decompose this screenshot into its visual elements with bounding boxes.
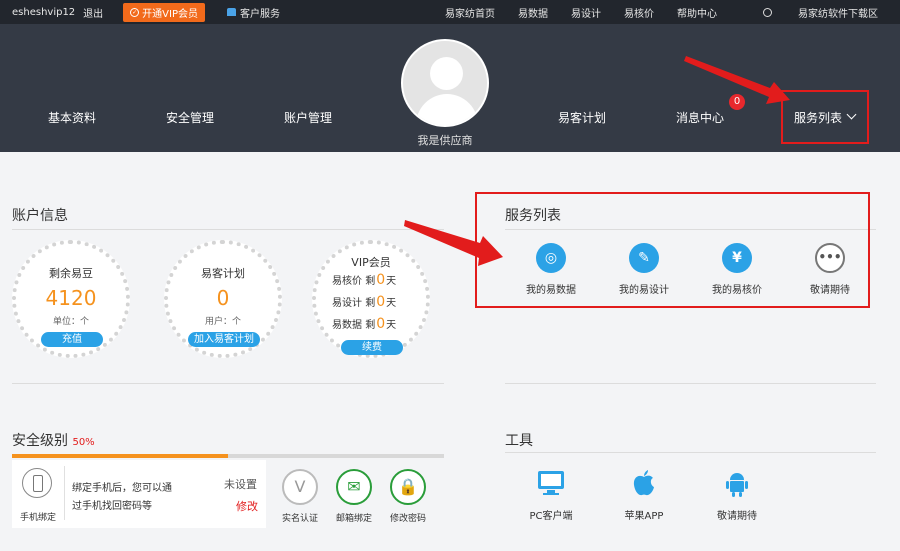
annotation-arrows [404, 56, 790, 266]
